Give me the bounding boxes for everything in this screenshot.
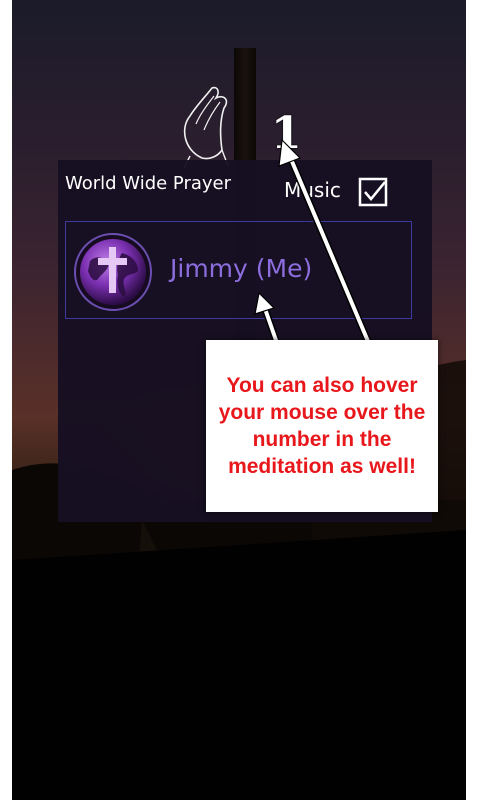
music-label: Music (284, 178, 341, 202)
page-edge (466, 0, 480, 800)
user-name: Jimmy (Me) (170, 254, 313, 283)
praying-hands-icon (183, 86, 229, 169)
globe-cross-icon (74, 233, 152, 311)
panel-title: World Wide Prayer (65, 173, 232, 194)
hint-tooltip-text: You can also hover your mouse over the n… (218, 374, 426, 478)
user-list-item[interactable]: Jimmy (Me) (65, 221, 412, 319)
checkmark-icon (364, 181, 386, 201)
hint-tooltip: You can also hover your mouse over the n… (206, 340, 438, 512)
meditation-count[interactable]: 1 (271, 112, 302, 156)
music-checkbox[interactable] (358, 177, 388, 207)
